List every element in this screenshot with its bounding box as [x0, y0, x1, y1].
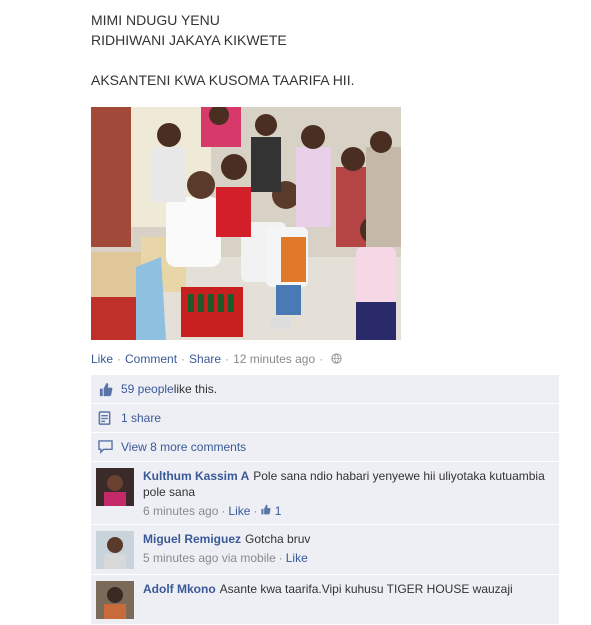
post-line-1: MIMI NDUGU YENU [91, 12, 220, 28]
likes-count-link[interactable]: 59 people [121, 382, 174, 396]
separator: · [278, 551, 283, 565]
feedback-panel: 59 people like this. 1 share View 8 more… [91, 375, 559, 625]
separator: · [319, 352, 324, 366]
comment-meta: 6 minutes ago · Like · 1 [143, 503, 553, 519]
comment-time[interactable]: 6 minutes ago [143, 504, 218, 518]
likes-suffix: like this. [173, 382, 218, 396]
post-timestamp[interactable]: 12 minutes ago [233, 352, 315, 366]
avatar[interactable] [96, 468, 134, 506]
globe-icon[interactable] [331, 353, 342, 367]
comment-item: Miguel Remiguez Gotcha bruv 5 minutes ago… [91, 525, 559, 575]
post-line-2: RIDHIWANI JAKAYA KIKWETE [91, 32, 287, 48]
comment-like-link[interactable]: Like [228, 504, 250, 518]
thumbs-up-icon [97, 381, 113, 397]
comment-author[interactable]: Kulthum Kassim A [143, 469, 249, 483]
comment-item: Adolf Mkono Asante kwa taarifa.Vipi kuhus… [91, 575, 559, 625]
comment-meta: 5 minutes ago via mobile · Like [143, 550, 553, 566]
separator: · [221, 504, 226, 518]
comment-text: Asante kwa taarifa.Vipi kuhusu TIGER HOU… [219, 582, 513, 596]
separator: · [181, 352, 186, 366]
post-photo[interactable] [91, 107, 401, 340]
likes-row: 59 people like this. [91, 375, 559, 404]
avatar[interactable] [96, 531, 134, 569]
share-link[interactable]: Share [189, 352, 221, 366]
comment-text: Gotcha bruv [245, 532, 311, 546]
avatar[interactable] [96, 581, 134, 619]
post-line-3: AKSANTENI KWA KUSOMA TAARIFA HII. [91, 72, 355, 88]
comment-time[interactable]: 5 minutes ago via mobile [143, 551, 276, 565]
comment-author[interactable]: Miguel Remiguez [143, 532, 241, 546]
post-actions: Like · Comment · Share · 12 minutes ago · [91, 352, 342, 367]
separator: · [225, 352, 230, 366]
photo-illustration [91, 107, 401, 340]
more-comments-row[interactable]: View 8 more comments [91, 433, 559, 462]
separator: · [117, 352, 122, 366]
comment-likes-count[interactable]: 1 [275, 504, 282, 518]
shares-row[interactable]: 1 share [91, 404, 559, 433]
comment-link[interactable]: Comment [125, 352, 177, 366]
comment-like-link[interactable]: Like [286, 551, 308, 565]
thumbs-up-icon[interactable] [260, 504, 271, 518]
post-text: MIMI NDUGU YENU RIDHIWANI JAKAYA KIKWETE… [91, 10, 531, 90]
comment-item: Kulthum Kassim A Pole sana ndio habari ye… [91, 462, 559, 525]
like-link[interactable]: Like [91, 352, 113, 366]
comment-author[interactable]: Adolf Mkono [143, 582, 216, 596]
view-more-comments-link[interactable]: View 8 more comments [121, 440, 246, 454]
separator: · [253, 504, 258, 518]
shares-link[interactable]: 1 share [121, 411, 161, 425]
share-icon [97, 410, 113, 426]
comment-bubble-icon [97, 439, 113, 455]
